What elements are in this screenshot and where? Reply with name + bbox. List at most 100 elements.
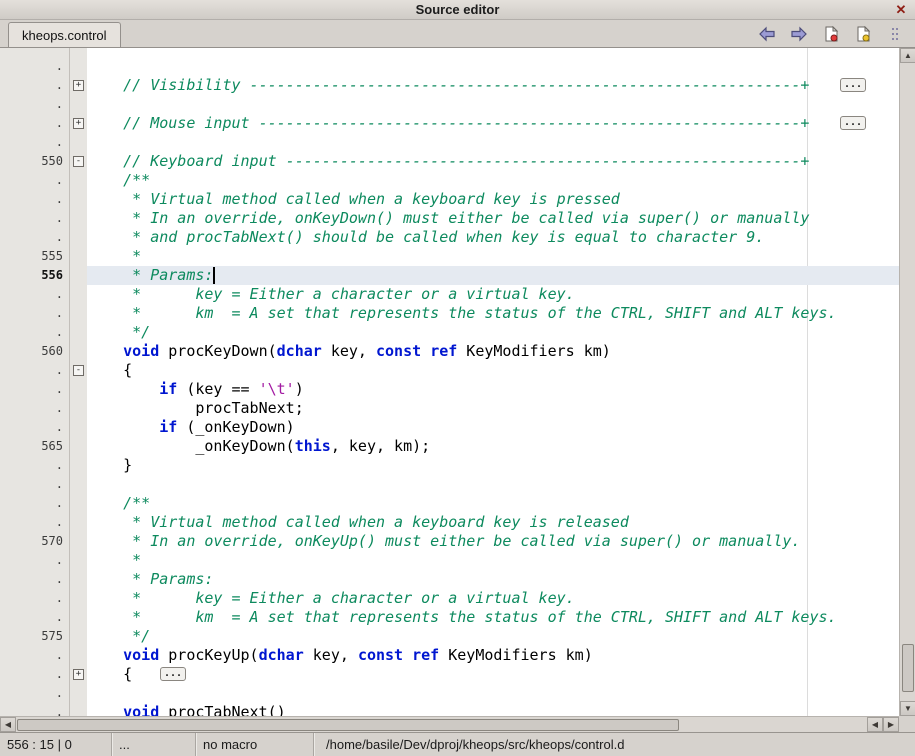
code-line[interactable]: . if (key == '\t') xyxy=(0,380,899,399)
code-text[interactable]: void procKeyDown(dchar key, const ref Ke… xyxy=(87,342,899,361)
code-text[interactable]: * and procTabNext() should be called whe… xyxy=(87,228,899,247)
collapsed-fold-marker[interactable]: ... xyxy=(840,116,866,130)
code-line[interactable]: . * Virtual method called when a keyboar… xyxy=(0,190,899,209)
code-line[interactable]: . * key = Either a character or a virtua… xyxy=(0,285,899,304)
code-text[interactable]: * key = Either a character or a virtual … xyxy=(87,285,899,304)
code-line[interactable]: . /** xyxy=(0,494,899,513)
code-line[interactable]: . * In an override, onKeyDown() must eit… xyxy=(0,209,899,228)
code-token: void xyxy=(123,342,159,360)
collapsed-fold-marker[interactable]: ... xyxy=(160,667,186,681)
vertical-scrollbar[interactable]: ▲ ▼ xyxy=(899,48,915,716)
code-text[interactable]: * km = A set that represents the status … xyxy=(87,304,899,323)
code-text[interactable]: /** xyxy=(87,494,899,513)
code-line[interactable]: .+ // Mouse input ----------------------… xyxy=(0,114,899,133)
code-text[interactable]: { xyxy=(87,361,899,380)
code-line[interactable]: 570 * In an override, onKeyUp() must eit… xyxy=(0,532,899,551)
code-line[interactable]: . void procTabNext() xyxy=(0,703,899,716)
code-line[interactable]: . * and procTabNext() should be called w… xyxy=(0,228,899,247)
code-text[interactable] xyxy=(87,133,899,152)
code-text[interactable]: * xyxy=(87,551,899,570)
nav-back-button[interactable] xyxy=(755,23,779,45)
code-text[interactable]: * In an override, onKeyDown() must eithe… xyxy=(87,209,899,228)
code-token xyxy=(87,342,123,360)
code-line[interactable]: 550- // Keyboard input -----------------… xyxy=(0,152,899,171)
code-text[interactable]: */ xyxy=(87,323,899,342)
vertical-scroll-thumb[interactable] xyxy=(902,644,914,692)
code-line[interactable]: 575 */ xyxy=(0,627,899,646)
code-text[interactable]: if (key == '\t') xyxy=(87,380,899,399)
code-line[interactable]: . void procKeyUp(dchar key, const ref Ke… xyxy=(0,646,899,665)
code-line[interactable]: 565 _onKeyDown(this, key, km); xyxy=(0,437,899,456)
code-text[interactable]: // Keyboard input ----------------------… xyxy=(87,152,899,171)
code-text[interactable]: _onKeyDown(this, key, km); xyxy=(87,437,899,456)
code-line[interactable]: . if (_onKeyDown) xyxy=(0,418,899,437)
code-line[interactable]: . procTabNext; xyxy=(0,399,899,418)
code-line[interactable]: . * key = Either a character or a virtua… xyxy=(0,589,899,608)
code-text[interactable]: // Visibility --------------------------… xyxy=(87,76,899,95)
code-line[interactable]: . */ xyxy=(0,323,899,342)
code-text[interactable]: } xyxy=(87,456,899,475)
code-text[interactable]: * Params: xyxy=(87,570,899,589)
line-number: . xyxy=(0,589,70,608)
code-line[interactable]: 555 * xyxy=(0,247,899,266)
code-text[interactable]: */ xyxy=(87,627,899,646)
code-line[interactable]: 556 * Params: xyxy=(0,266,899,285)
scroll-left-button-secondary[interactable]: ◀ xyxy=(867,717,883,732)
code-text[interactable]: procTabNext; xyxy=(87,399,899,418)
fold-expand-icon[interactable]: + xyxy=(73,669,84,680)
code-text[interactable]: * km = A set that represents the status … xyxy=(87,608,899,627)
document-button-1[interactable] xyxy=(819,23,843,45)
fold-expand-icon[interactable]: + xyxy=(73,118,84,129)
code-line[interactable]: . xyxy=(0,684,899,703)
horizontal-scrollbar[interactable]: ◀ ◀ ▶ xyxy=(0,716,899,732)
scrollbar-corner xyxy=(899,716,915,732)
close-button[interactable]: ✕ xyxy=(893,2,909,18)
scroll-left-button[interactable]: ◀ xyxy=(0,717,16,732)
document-button-2[interactable] xyxy=(851,23,875,45)
code-line[interactable]: . xyxy=(0,95,899,114)
code-text[interactable]: // Mouse input -------------------------… xyxy=(87,114,899,133)
code-line[interactable]: .- { xyxy=(0,361,899,380)
code-line[interactable]: . * xyxy=(0,551,899,570)
fold-margin: + xyxy=(70,114,87,133)
code-text[interactable] xyxy=(87,95,899,114)
horizontal-scroll-thumb[interactable] xyxy=(17,719,679,731)
code-line[interactable]: . * Virtual method called when a keyboar… xyxy=(0,513,899,532)
code-text[interactable]: * Virtual method called when a keyboard … xyxy=(87,513,899,532)
code-text[interactable]: void procKeyUp(dchar key, const ref KeyM… xyxy=(87,646,899,665)
code-line[interactable]: . } xyxy=(0,456,899,475)
code-text[interactable] xyxy=(87,475,899,494)
code-line[interactable]: . xyxy=(0,133,899,152)
code-line[interactable]: .+ {... xyxy=(0,665,899,684)
code-text[interactable]: * xyxy=(87,247,899,266)
code-line[interactable]: . xyxy=(0,475,899,494)
code-line[interactable]: . * km = A set that represents the statu… xyxy=(0,304,899,323)
scroll-down-button[interactable]: ▼ xyxy=(900,701,915,716)
code-text[interactable]: /** xyxy=(87,171,899,190)
code-text[interactable]: * In an override, onKeyUp() must either … xyxy=(87,532,899,551)
collapsed-fold-marker[interactable]: ... xyxy=(840,78,866,92)
code-text[interactable]: * Virtual method called when a keyboard … xyxy=(87,190,899,209)
toolbar-grip[interactable] xyxy=(883,23,907,45)
code-line[interactable]: 560 void procKeyDown(dchar key, const re… xyxy=(0,342,899,361)
code-text[interactable]: void procTabNext() xyxy=(87,703,899,716)
code-text[interactable]: if (_onKeyDown) xyxy=(87,418,899,437)
code-text[interactable] xyxy=(87,57,899,76)
fold-expand-icon[interactable]: + xyxy=(73,80,84,91)
code-line[interactable]: . * Params: xyxy=(0,570,899,589)
code-text[interactable] xyxy=(87,684,899,703)
code-line[interactable]: . * km = A set that represents the statu… xyxy=(0,608,899,627)
code-line[interactable]: . /** xyxy=(0,171,899,190)
editor-viewport[interactable]: ..+ // Visibility ----------------------… xyxy=(0,48,899,716)
code-text[interactable]: * Params: xyxy=(87,266,899,285)
fold-collapse-icon[interactable]: - xyxy=(73,365,84,376)
code-line[interactable]: .+ // Visibility -----------------------… xyxy=(0,76,899,95)
nav-forward-button[interactable] xyxy=(787,23,811,45)
tab-kheops-control[interactable]: kheops.control xyxy=(8,22,121,47)
code-line[interactable]: . xyxy=(0,57,899,76)
code-text[interactable]: {... xyxy=(87,665,899,684)
scroll-right-button[interactable]: ▶ xyxy=(883,717,899,732)
code-text[interactable]: * key = Either a character or a virtual … xyxy=(87,589,899,608)
fold-collapse-icon[interactable]: - xyxy=(73,156,84,167)
scroll-up-button[interactable]: ▲ xyxy=(900,48,915,63)
